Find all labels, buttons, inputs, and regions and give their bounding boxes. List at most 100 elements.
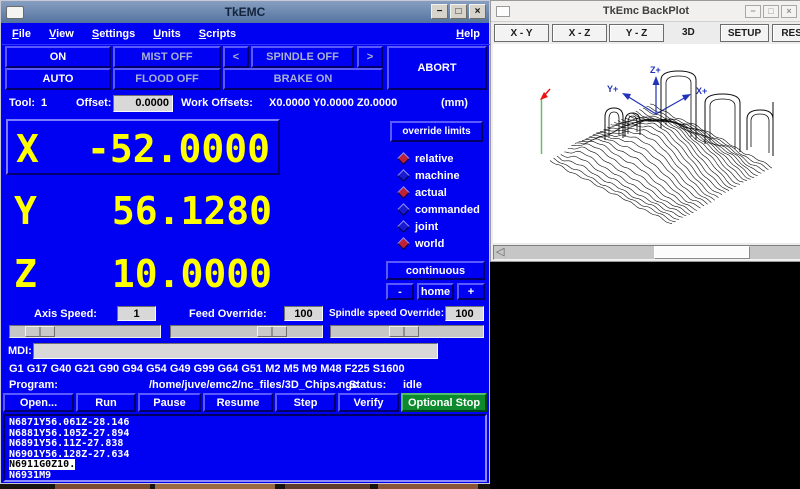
active-gcodes: G1 G17 G40 G21 G90 G94 G54 G49 G99 G64 G…	[9, 363, 405, 375]
menu-units[interactable]: Units	[153, 28, 181, 40]
radio-commanded[interactable]: commanded	[399, 202, 480, 217]
dro-axis-z[interactable]: Z 10.0000	[6, 246, 280, 302]
dro-y-letter: Y	[14, 189, 37, 233]
override-limits-button[interactable]: override limits	[390, 121, 483, 142]
status-value: idle	[403, 379, 422, 391]
svg-text:Z+: Z+	[650, 65, 661, 75]
offset-entry[interactable]: 0.0000	[113, 95, 173, 112]
radio-joint[interactable]: joint	[399, 219, 438, 234]
mdi-input[interactable]	[33, 343, 438, 359]
menu-view[interactable]: View	[49, 28, 74, 40]
radio-relative[interactable]: relative	[399, 151, 454, 166]
slider-thumb-0[interactable]	[25, 326, 55, 337]
mode-auto-button[interactable]: AUTO	[5, 68, 111, 90]
program-dash: -	[337, 379, 341, 391]
minimize-button[interactable]: −	[745, 5, 761, 18]
tkemc-window: TkEMC − □ × File View Settings Units Scr…	[0, 0, 490, 484]
scroll-left-icon[interactable]: ◁	[496, 246, 504, 259]
feed-override-slider[interactable]	[170, 325, 323, 338]
minimize-button[interactable]: −	[431, 4, 448, 19]
home-button[interactable]: home	[417, 283, 454, 300]
menu-settings[interactable]: Settings	[92, 28, 135, 40]
maximize-button[interactable]: □	[450, 4, 467, 19]
close-button[interactable]: ×	[781, 5, 797, 18]
view-xz-button[interactable]: X - Z	[552, 24, 607, 42]
jog-minus-button[interactable]: -	[386, 283, 414, 300]
svg-text:Y+: Y+	[607, 84, 618, 94]
work-offsets-label: Work Offsets:	[181, 97, 253, 109]
listing-line: N6891Y56.11Z-27.838	[9, 438, 123, 449]
program-path: /home/juve/emc2/nc_files/3D_Chips.ngc	[149, 379, 358, 391]
menu-help[interactable]: Help	[456, 28, 480, 40]
verify-button[interactable]: Verify	[338, 393, 399, 412]
radio-diamond-icon	[397, 220, 410, 233]
radio-diamond-icon	[397, 203, 410, 216]
view-3d-label[interactable]: 3D	[682, 27, 695, 38]
radio-actual[interactable]: actual	[399, 185, 447, 200]
listing-line: N6881Y56.105Z-27.894	[9, 428, 129, 439]
spindle-override-value: 100	[445, 306, 484, 321]
radio-machine[interactable]: machine	[399, 168, 460, 183]
spindle-override-slider[interactable]	[330, 325, 484, 338]
desktop-wallpaper	[0, 484, 490, 489]
program-listing[interactable]: N6871Y56.061Z-28.146 N6881Y56.105Z-27.89…	[3, 414, 487, 482]
spindle-override-label: Spindle speed Override:	[329, 308, 444, 319]
optional-stop-button[interactable]: Optional Stop	[401, 393, 487, 412]
menu-file[interactable]: File	[12, 28, 31, 40]
resume-button[interactable]: Resume	[203, 393, 273, 412]
view-yz-button[interactable]: Y - Z	[609, 24, 664, 42]
window-title: TkEMC	[1, 5, 489, 19]
setup-button[interactable]: SETUP	[720, 24, 769, 42]
spindle-decrease-button[interactable]: <	[223, 46, 249, 68]
pause-button[interactable]: Pause	[138, 393, 201, 412]
dro-axis-y[interactable]: Y 56.1280	[6, 183, 280, 239]
backplot-hscrollbar[interactable]: ◁	[493, 245, 800, 260]
tool-value: 1	[41, 97, 47, 109]
radio-diamond-icon	[397, 237, 410, 250]
view-xy-button[interactable]: X - Y	[494, 24, 549, 42]
machine-on-button[interactable]: ON	[5, 46, 111, 68]
close-button[interactable]: ×	[469, 4, 486, 19]
listing-line: N6931M9	[9, 470, 51, 481]
radio-world[interactable]: world	[399, 236, 444, 251]
axis-speed-value: 1	[117, 306, 156, 321]
radio-diamond-icon	[397, 152, 410, 165]
abort-button[interactable]: ABORT	[387, 46, 487, 90]
tkemc-titlebar: TkEMC − □ ×	[1, 1, 489, 23]
listing-line: N6911G0Z10.	[9, 459, 75, 470]
jog-plus-button[interactable]: +	[457, 283, 485, 300]
jog-mode-button[interactable]: continuous	[386, 261, 485, 280]
mist-button[interactable]: MIST OFF	[113, 46, 221, 68]
offset-label: Offset:	[76, 97, 111, 109]
flood-button[interactable]: FLOOD OFF	[113, 68, 221, 90]
dro-x-value: -52.0000	[87, 127, 270, 171]
program-label: Program:	[9, 379, 58, 391]
backplot-window: TkEmc BackPlot − □ × X - Y X - Z Y - Z 3…	[490, 0, 800, 262]
status-label: Status:	[349, 379, 386, 391]
backplot-canvas[interactable]: X+Y+Z+	[493, 44, 800, 243]
listing-line: N6871Y56.061Z-28.146	[9, 417, 129, 428]
slider-thumb-2[interactable]	[389, 326, 419, 337]
scrollbar-thumb[interactable]	[654, 246, 750, 259]
dro-z-letter: Z	[14, 252, 37, 296]
open-button[interactable]: Open...	[3, 393, 74, 412]
dro-axis-x[interactable]: X -52.0000	[6, 119, 280, 175]
slider-thumb-1[interactable]	[257, 326, 287, 337]
dro-x-letter: X	[16, 127, 39, 171]
run-button[interactable]: Run	[76, 393, 136, 412]
axis-speed-label: Axis Speed:	[34, 308, 97, 320]
feed-override-label: Feed Override:	[189, 308, 267, 320]
backplot-toolbar: X - Y X - Z Y - Z 3D SETUP RESET	[491, 22, 800, 44]
maximize-button[interactable]: □	[763, 5, 779, 18]
menu-scripts[interactable]: Scripts	[199, 28, 236, 40]
step-button[interactable]: Step	[275, 393, 336, 412]
backplot-titlebar: TkEmc BackPlot − □ ×	[491, 1, 800, 22]
dro-y-value: 56.1280	[112, 189, 272, 233]
axis-speed-slider[interactable]	[9, 325, 161, 338]
spindle-button[interactable]: SPINDLE OFF	[251, 46, 354, 68]
brake-button[interactable]: BRAKE ON	[223, 68, 383, 90]
tool-label: Tool:	[9, 97, 35, 109]
spindle-increase-button[interactable]: >	[357, 46, 383, 68]
reset-button[interactable]: RESET	[772, 24, 800, 42]
work-offsets-value: X0.0000 Y0.0000 Z0.0000	[269, 97, 397, 109]
